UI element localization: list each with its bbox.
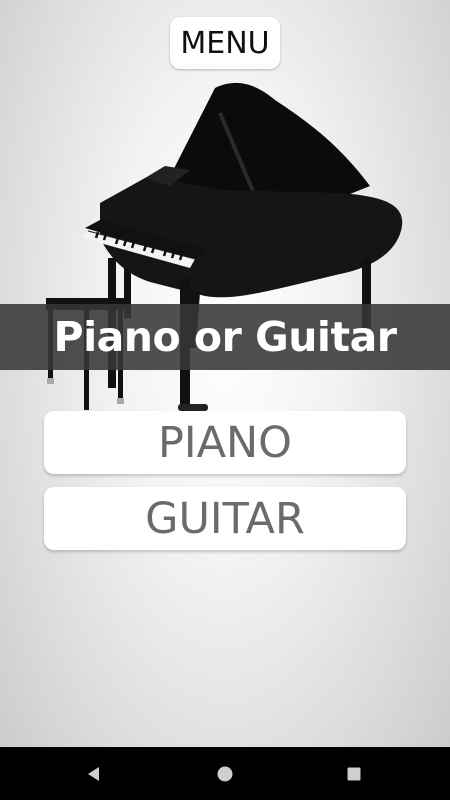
title-banner: Piano or Guitar [0,304,450,370]
home-circle-icon[interactable] [205,747,245,800]
menu-button[interactable]: MENU [170,17,280,69]
piano-lid [160,82,370,198]
recents-square-icon[interactable] [334,747,374,800]
guitar-button[interactable]: GUITAR [44,487,406,550]
piano-button[interactable]: PIANO [44,411,406,474]
app-screen: MENU Piano or Guitar PIANO GUITAR [0,0,450,800]
page-title: Piano or Guitar [53,313,397,361]
back-triangle-icon[interactable] [74,747,114,800]
system-navigation-bar [0,747,450,800]
